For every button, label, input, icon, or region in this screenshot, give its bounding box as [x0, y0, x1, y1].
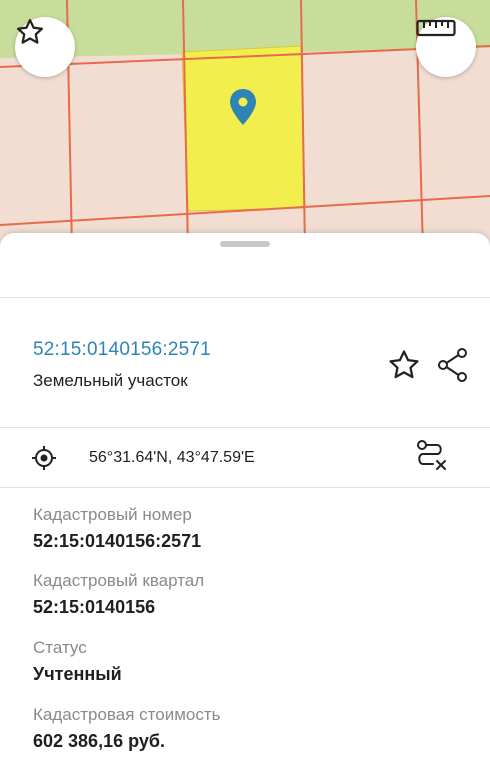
star-outline-icon: [389, 350, 419, 379]
status-value: Учтенный: [33, 664, 122, 684]
selected-parcel[interactable]: [181, 45, 306, 212]
route-clear-icon: [417, 440, 446, 470]
cadastral-number-title[interactable]: 52:15:0140156:2571: [33, 339, 211, 361]
share-button[interactable]: [436, 347, 470, 383]
divider: [0, 297, 490, 298]
share-icon: [438, 348, 467, 382]
cadastral-quarter-label: Кадастровый квартал: [33, 571, 205, 590]
cadastral-quarter-value: 52:15:0140156: [33, 597, 156, 617]
cadastral-value-label: Кадастровая стоимость: [33, 705, 221, 724]
gps-target-icon[interactable]: [31, 445, 57, 471]
status-label: Статус: [33, 638, 87, 657]
measure-button[interactable]: [416, 17, 476, 77]
map-view[interactable]: [0, 0, 490, 250]
map-favorite-button[interactable]: [15, 17, 75, 77]
coordinates-text[interactable]: 56°31.64'N, 43°47.59'E: [89, 449, 255, 467]
favorite-button[interactable]: [387, 348, 421, 382]
object-info-sheet: 52:15:0140156:2571 Земельный участок 56°…: [0, 233, 490, 767]
divider: [0, 487, 490, 488]
cadastral-number-value: 52:15:0140156:2571: [33, 531, 202, 551]
star-outline-icon: [17, 19, 43, 44]
cadastral-value-amount: 602 386,16 руб.: [33, 731, 165, 751]
ruler-icon: [416, 19, 456, 37]
object-type: Земельный участок: [33, 371, 188, 390]
route-button[interactable]: [413, 439, 449, 475]
sheet-drag-handle[interactable]: [220, 241, 270, 247]
cadastral-number-label: Кадастровый номер: [33, 505, 192, 524]
divider: [0, 427, 490, 428]
